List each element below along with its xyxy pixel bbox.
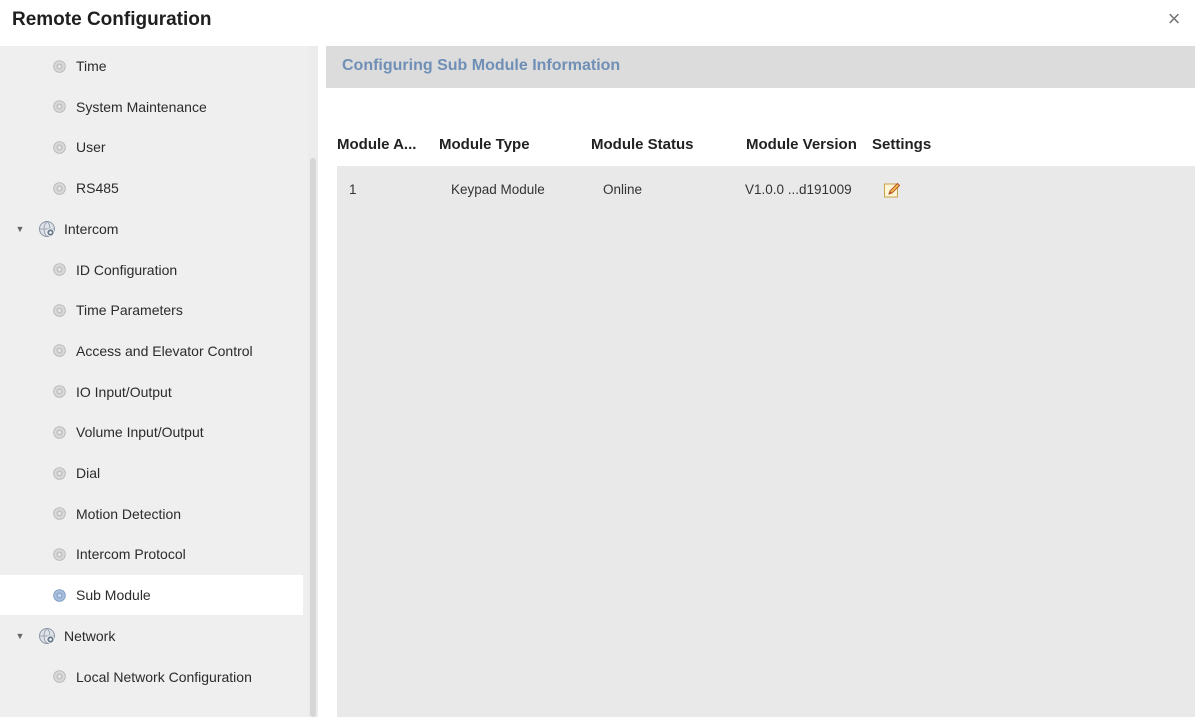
title-bar: Remote Configuration × (0, 0, 1195, 42)
sidebar-item-label: Sub Module (76, 587, 151, 604)
sidebar: Time System Maintenance User RS485 ▼ Intercom… (0, 46, 318, 717)
sidebar-item-rs485[interactable]: RS485 (0, 168, 303, 208)
sidebar-item-io-input-output[interactable]: IO Input/Output (0, 372, 303, 412)
cell-module-address: 1 (349, 182, 357, 197)
sidebar-item-label: Local Network Configuration (76, 668, 252, 685)
gear-icon (52, 303, 76, 318)
gear-icon (52, 343, 76, 358)
sidebar-item-local-network-configuration[interactable]: Local Network Configuration (0, 657, 303, 697)
table-header-row: Module A... Module Type Module Status Mo… (337, 123, 1195, 166)
sidebar-item-label: Time (76, 58, 107, 74)
table-body: 1 Keypad Module Online V1.0.0 ...d191009 (337, 166, 1195, 717)
sidebar-item-sub-module[interactable]: Sub Module (0, 575, 303, 616)
gear-icon (52, 99, 76, 114)
edit-icon[interactable] (883, 181, 901, 199)
sidebar-item-label: Time Parameters (76, 302, 183, 319)
gear-icon (52, 140, 76, 155)
column-header-settings[interactable]: Settings (872, 136, 931, 153)
section-title: Configuring Sub Module Information (342, 57, 621, 74)
sidebar-item-label: IO Input/Output (76, 383, 172, 400)
sidebar-item-label: User (76, 139, 106, 156)
cell-module-type: Keypad Module (451, 182, 545, 197)
sidebar-item-id-configuration[interactable]: ID Configuration (0, 250, 303, 290)
sidebar-item-time[interactable]: Time (0, 46, 303, 86)
cell-module-version: V1.0.0 ...d191009 (745, 182, 852, 197)
scrollbar-thumb[interactable] (310, 158, 316, 717)
sidebar-item-dial[interactable]: Dial (0, 453, 303, 493)
sidebar-item-volume-input-output[interactable]: Volume Input/Output (0, 412, 303, 452)
gear-icon (52, 59, 76, 74)
sidebar-item-label: Access and Elevator Control (76, 342, 253, 359)
close-icon[interactable]: × (1163, 8, 1185, 30)
gear-icon (52, 547, 76, 562)
sidebar-item-label: Motion Detection (76, 505, 182, 522)
expand-arrow-icon[interactable]: ▼ (14, 631, 26, 641)
sidebar-item-user[interactable]: User (0, 127, 303, 167)
gear-icon (52, 181, 76, 196)
globe-gear-icon (38, 627, 64, 645)
expand-arrow-icon[interactable]: ▼ (14, 224, 26, 234)
gear-icon (52, 384, 76, 399)
cell-module-status: Online (603, 182, 643, 197)
sidebar-item-motion-detection[interactable]: Motion Detection (0, 494, 303, 534)
sidebar-item-label: Intercom Protocol (76, 546, 186, 563)
column-header-module-status[interactable]: Module Status (591, 136, 694, 153)
window-title: Remote Configuration (12, 9, 212, 30)
sidebar-item-label: System Maintenance (76, 98, 207, 115)
column-header-module-type[interactable]: Module Type (439, 136, 530, 153)
sidebar-item-system-maintenance[interactable]: System Maintenance (0, 87, 303, 127)
sidebar-item-access-and-elevator-control[interactable]: Access and Elevator Control (0, 331, 303, 371)
gear-icon (52, 506, 76, 521)
sidebar-scrollbar[interactable] (308, 46, 318, 717)
sidebar-item-time-parameters[interactable]: Time Parameters (0, 290, 303, 330)
section-header: Configuring Sub Module Information (326, 46, 1195, 88)
sidebar-item-label: Volume Input/Output (76, 424, 204, 441)
gear-icon (52, 669, 76, 684)
sidebar-item-label: RS485 (76, 180, 119, 197)
sidebar-item-label: Network (64, 627, 116, 644)
sub-module-table: Module A... Module Type Module Status Mo… (337, 123, 1195, 717)
sidebar-item-label: Intercom (64, 220, 119, 237)
globe-gear-icon (38, 220, 64, 238)
column-header-module-version[interactable]: Module Version (746, 136, 857, 153)
sidebar-item-label: Dial (76, 465, 101, 481)
gear-icon (52, 262, 76, 277)
sidebar-item-label: ID Configuration (76, 261, 178, 278)
sidebar-item-intercom-protocol[interactable]: Intercom Protocol (0, 534, 303, 574)
gear-icon (52, 466, 76, 481)
gear-icon (52, 425, 76, 440)
gear-icon (52, 588, 76, 603)
column-header-module-address[interactable]: Module A... (337, 136, 416, 153)
sidebar-group-intercom[interactable]: ▼ Intercom (0, 209, 303, 249)
sidebar-group-network[interactable]: ▼ Network (0, 616, 303, 656)
table-row[interactable]: 1 Keypad Module Online V1.0.0 ...d191009 (337, 166, 1195, 212)
